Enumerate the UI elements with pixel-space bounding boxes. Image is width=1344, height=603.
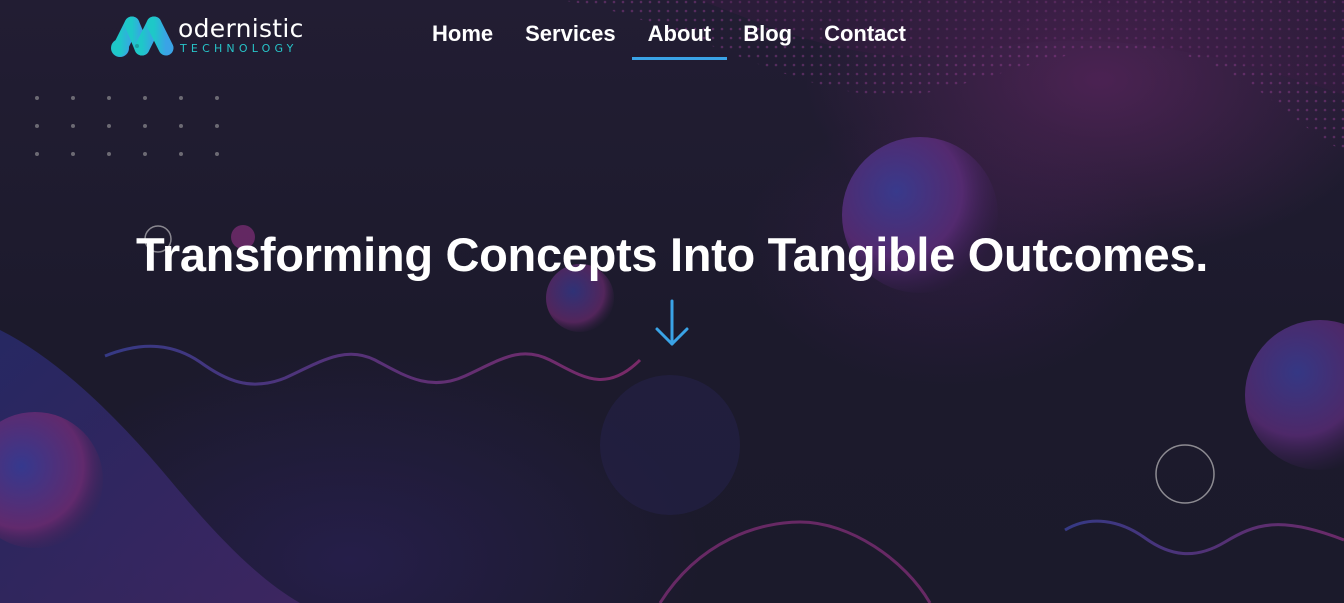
hero-headline: Transforming Concepts Into Tangible Outc… — [136, 228, 1208, 281]
arrow-down-icon[interactable] — [652, 298, 692, 350]
logo-text: odernistic — [178, 14, 304, 43]
stylized-m-icon — [111, 16, 174, 57]
main-nav: Home Services About Blog Contact — [416, 13, 922, 60]
nav-item-blog[interactable]: Blog — [727, 13, 808, 55]
logo-subtext: TECHNOLOGY — [180, 42, 298, 55]
nav-item-about[interactable]: About — [631, 13, 728, 60]
nav-item-services[interactable]: Services — [509, 13, 632, 55]
hero-section: odernistic TECHNOLOGY Home Services Abou… — [0, 0, 1344, 603]
brand-logo[interactable]: odernistic TECHNOLOGY — [110, 14, 330, 60]
nav-item-home[interactable]: Home — [416, 13, 509, 55]
nav-item-contact[interactable]: Contact — [808, 13, 922, 55]
